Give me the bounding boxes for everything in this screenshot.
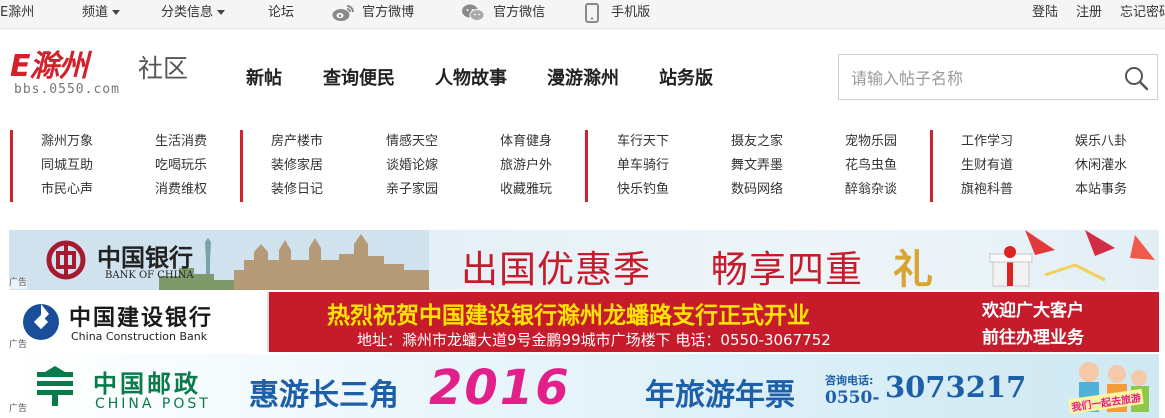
category-link[interactable]: 摄友之家 bbox=[731, 132, 783, 152]
ccb-headline: 热烈祝贺中国建设银行滁州龙蟠路支行正式开业 bbox=[327, 303, 810, 329]
china-post-ad-banner[interactable]: 中国邮政 CHINA POST 惠游长三角 2016 年旅游年票 咨询电话: 0… bbox=[9, 354, 1159, 418]
category-link[interactable]: 同城互助 bbox=[41, 156, 93, 176]
category-link[interactable]: 工作学习 bbox=[961, 132, 1013, 152]
boc-name-en: BANK OF CHINA bbox=[105, 270, 194, 281]
category-link[interactable]: 吃喝玩乐 bbox=[155, 156, 207, 176]
post-year: 2016 bbox=[429, 360, 571, 416]
category-link[interactable]: 滁州万象 bbox=[41, 132, 93, 152]
category-link[interactable]: 装修家居 bbox=[271, 156, 323, 176]
category-link[interactable]: 旅游户外 bbox=[500, 156, 552, 176]
boc-name-cn: 中国银行 bbox=[97, 243, 193, 272]
top-bar: E滁州 频道 分类信息 论坛 官方微博 官方微信 手机版 登陆 注册 忘记密码 bbox=[0, 0, 1165, 29]
boc-slogan-b: 畅享四重 bbox=[711, 248, 863, 290]
category-link[interactable]: 单车骑行 bbox=[617, 156, 669, 176]
weixin-label: 官方微信 bbox=[493, 5, 546, 20]
ccb-red-panel: 热烈祝贺中国建设银行滁州龙蟠路支行正式开业 地址：滁州市龙蟠大道9号金鹏99城市… bbox=[269, 292, 1159, 352]
weibo-link[interactable]: 官方微博 bbox=[332, 0, 414, 28]
nav-tour[interactable]: 漫游滁州 bbox=[547, 64, 619, 90]
china-post-logo-icon bbox=[37, 366, 73, 406]
nav-stories[interactable]: 人物故事 bbox=[435, 64, 507, 90]
post-area-code: 0550- bbox=[825, 388, 880, 408]
ccb-name-cn: 中国建设银行 bbox=[69, 306, 214, 331]
channel-label: 频道 bbox=[82, 5, 109, 20]
category-link[interactable]: 舞文弄墨 bbox=[731, 156, 783, 176]
ccb-logo-panel: 中国建设银行 China Construction Bank bbox=[9, 292, 269, 352]
boc-slogan-a: 出国优惠季 bbox=[461, 248, 651, 290]
post-text-b: 年旅游年票 bbox=[645, 378, 795, 413]
post-name-cn: 中国邮政 bbox=[93, 370, 201, 398]
category-link[interactable]: 快乐钓鱼 bbox=[617, 180, 669, 200]
ad-label: 广告 bbox=[9, 278, 28, 289]
nav-services[interactable]: 查询便民 bbox=[323, 64, 395, 90]
category-link[interactable]: 数码网络 bbox=[731, 180, 783, 200]
category-link[interactable]: 醉翁杂谈 bbox=[845, 180, 897, 200]
nav-admin[interactable]: 站务版 bbox=[659, 64, 713, 90]
category-divider bbox=[930, 130, 933, 202]
category-divider bbox=[10, 130, 13, 202]
gift-box-image bbox=[989, 230, 1155, 287]
category-info-label: 分类信息 bbox=[161, 5, 214, 20]
category-divider bbox=[585, 130, 588, 202]
forum-link[interactable]: 论坛 bbox=[268, 0, 294, 28]
wechat-icon bbox=[462, 4, 485, 21]
category-link[interactable]: 车行天下 bbox=[617, 132, 669, 152]
category-link[interactable]: 花鸟虫鱼 bbox=[845, 156, 897, 176]
post-phone: 3073217 bbox=[885, 370, 1027, 404]
search-box bbox=[838, 54, 1158, 100]
category-link[interactable]: 收藏雅玩 bbox=[500, 180, 552, 200]
category-link[interactable]: 宠物乐园 bbox=[845, 132, 897, 152]
ccb-address: 地址：滁州市龙蟠大道9号金鹏99城市广场楼下 电话：0550-3067752 bbox=[357, 331, 831, 349]
category-link[interactable]: 娱乐八卦 bbox=[1075, 132, 1127, 152]
mobile-link[interactable]: 手机版 bbox=[585, 0, 650, 28]
logo-url: bbs.0550.com bbox=[14, 82, 120, 97]
phone-icon bbox=[585, 2, 599, 23]
ccb-ad-banner[interactable]: 中国建设银行 China Construction Bank 热烈祝贺中国建设银… bbox=[9, 292, 1159, 352]
city-switch[interactable]: E滁州 bbox=[0, 0, 34, 28]
search-icon[interactable] bbox=[1123, 65, 1149, 91]
boc-logo-icon bbox=[46, 240, 86, 280]
chevron-down-icon bbox=[217, 10, 226, 15]
nav-new-posts[interactable]: 新帖 bbox=[246, 64, 282, 90]
forgot-password-link[interactable]: 忘记密码 bbox=[1120, 0, 1165, 28]
category-link[interactable]: 市民心声 bbox=[41, 180, 93, 200]
mobile-label: 手机版 bbox=[611, 5, 651, 20]
post-name-en: CHINA POST bbox=[95, 396, 211, 412]
category-divider bbox=[240, 130, 243, 202]
ccb-name-en: China Construction Bank bbox=[71, 330, 208, 343]
category-link[interactable]: 消费维权 bbox=[155, 180, 207, 200]
category-link[interactable]: 体育健身 bbox=[500, 132, 552, 152]
category-link[interactable]: 装修日记 bbox=[271, 180, 323, 200]
search-input[interactable] bbox=[849, 65, 1113, 91]
category-link[interactable]: 情感天空 bbox=[386, 132, 438, 152]
category-link[interactable]: 本站事务 bbox=[1075, 180, 1127, 200]
boc-ad-banner[interactable]: 中国银行 BANK OF CHINA 出国优惠季 畅享四重 礼 广告 bbox=[9, 230, 1159, 290]
post-text-a: 惠游长三角 bbox=[249, 378, 399, 413]
category-link[interactable]: 旗袍科普 bbox=[961, 180, 1013, 200]
weibo-label: 官方微博 bbox=[362, 5, 415, 20]
boc-slogan-c: 礼 bbox=[893, 247, 933, 290]
weixin-link[interactable]: 官方微信 bbox=[461, 0, 545, 28]
chevron-down-icon bbox=[112, 10, 121, 15]
category-link[interactable]: 亲子家园 bbox=[386, 180, 438, 200]
category-link[interactable]: 房产楼市 bbox=[271, 132, 323, 152]
category-link[interactable]: 生活消费 bbox=[155, 132, 207, 152]
category-link[interactable]: 休闲灌水 bbox=[1075, 156, 1127, 176]
category-info-menu[interactable]: 分类信息 bbox=[161, 0, 226, 28]
logo-sub-text: 社区 bbox=[138, 54, 189, 83]
post-hotline-label: 咨询电话: bbox=[825, 374, 874, 387]
login-link[interactable]: 登陆 bbox=[1032, 0, 1058, 28]
channel-menu[interactable]: 频道 bbox=[82, 0, 121, 28]
ad-label: 广告 bbox=[9, 404, 28, 415]
category-link[interactable]: 谈婚论嫁 bbox=[386, 156, 438, 176]
ccb-welcome-2: 前往办理业务 bbox=[982, 328, 1084, 348]
category-link[interactable]: 生财有道 bbox=[961, 156, 1013, 176]
register-link[interactable]: 注册 bbox=[1076, 0, 1102, 28]
ad-label: 广告 bbox=[9, 340, 28, 351]
weibo-icon bbox=[332, 4, 354, 21]
ccb-logo-icon bbox=[23, 304, 59, 340]
ccb-welcome-1: 欢迎广大客户 bbox=[982, 301, 1084, 321]
logo-main-text: E滁州 bbox=[10, 49, 88, 84]
